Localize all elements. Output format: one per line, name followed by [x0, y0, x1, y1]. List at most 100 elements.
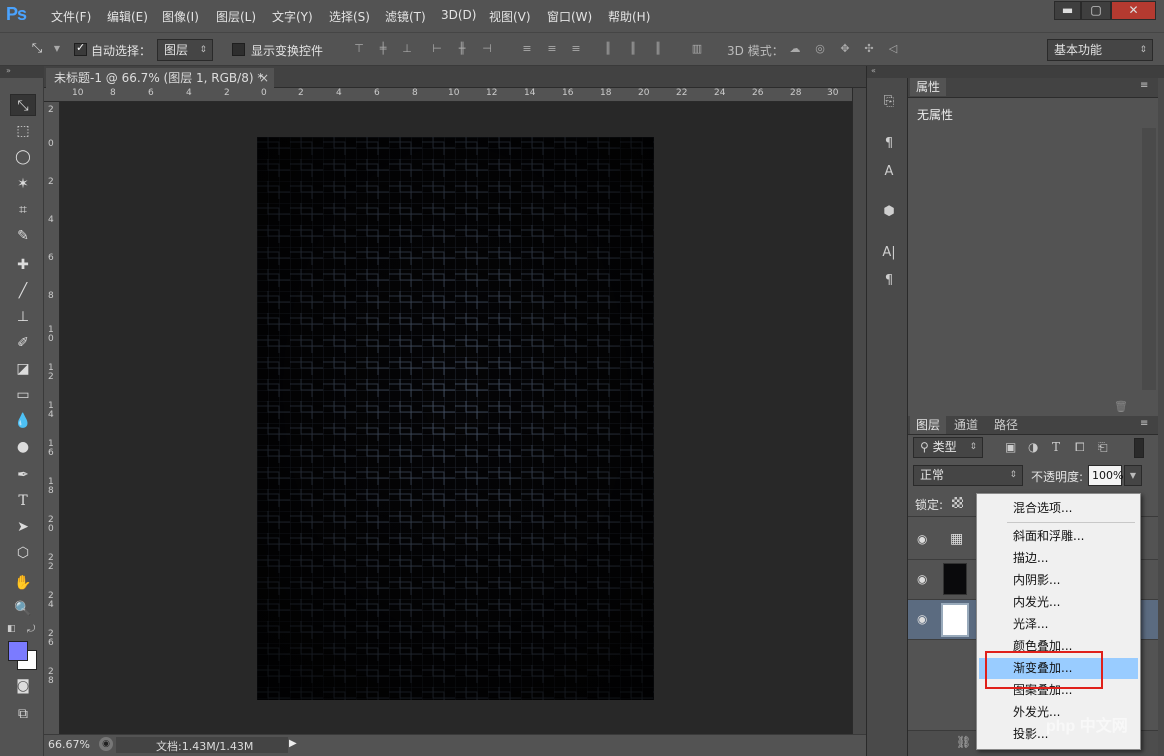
minimize-button[interactable]: ▬	[1054, 1, 1081, 20]
roll-3d-icon[interactable]: ◎	[813, 41, 827, 57]
distribute-bottom-icon[interactable]: ≡	[569, 41, 583, 57]
eye-icon[interactable]: ◉	[917, 532, 927, 546]
filter-shape-icon[interactable]: ⧠	[1075, 440, 1085, 455]
menu-item-stroke[interactable]: 描边...	[979, 548, 1138, 569]
crop-tool-icon[interactable]: ⌗	[10, 199, 36, 221]
align-top-icon[interactable]: ⊤	[352, 41, 366, 57]
type-tool-icon[interactable]: T	[10, 490, 36, 512]
layer-filter-dropdown[interactable]: ⚲ 类型 ⇕	[913, 437, 983, 458]
distribute-vcenter-icon[interactable]: ≡	[545, 41, 559, 57]
history-panel-icon[interactable]: ⎘	[879, 92, 899, 112]
menu-item-bevel-emboss[interactable]: 斜面和浮雕...	[979, 526, 1138, 547]
menu-window[interactable]: 窗口(W)	[547, 8, 592, 25]
panel-menu-icon[interactable]: ≡	[1140, 418, 1148, 429]
menu-filter[interactable]: 滤镜(T)	[385, 8, 426, 25]
drag-3d-icon[interactable]: ✥	[838, 41, 852, 57]
character-panel-icon[interactable]: A|	[879, 243, 899, 263]
slide-3d-icon[interactable]: ✣	[862, 41, 876, 57]
filter-toggle-switch[interactable]	[1134, 438, 1144, 458]
document-canvas[interactable]	[257, 137, 654, 700]
vertical-scrollbar[interactable]	[852, 88, 866, 734]
panel-menu-icon[interactable]: ≡	[1140, 80, 1148, 91]
blend-mode-dropdown[interactable]: 正常 ⇕	[913, 465, 1023, 486]
maximize-button[interactable]: ▢	[1081, 1, 1111, 20]
opacity-input[interactable]: 100%	[1088, 465, 1123, 486]
menu-item-blending-options[interactable]: 混合选项...	[979, 498, 1138, 519]
trash-icon[interactable]: 🗑	[1114, 400, 1128, 413]
3d-panel-icon[interactable]: ⬢	[879, 202, 899, 222]
default-colors-icon[interactable]: ◧	[7, 624, 16, 634]
workspace-dropdown[interactable]: 基本功能 ⇕	[1047, 39, 1153, 61]
auto-select-checkbox[interactable]: ✓	[74, 41, 87, 56]
move-tool-preset-icon[interactable]: ⤡	[26, 41, 48, 57]
menu-item-inner-glow[interactable]: 内发光...	[979, 592, 1138, 613]
tab-channels[interactable]: 通道	[948, 416, 984, 434]
distribute-top-icon[interactable]: ≡	[520, 41, 534, 57]
foreground-color-swatch[interactable]	[8, 641, 28, 661]
status-menu-arrow-icon[interactable]: ▶	[289, 738, 297, 749]
close-tab-icon[interactable]: ×	[259, 68, 269, 88]
align-vcenter-icon[interactable]: ╪	[376, 41, 390, 57]
zoom-tool-icon[interactable]: 🔍	[10, 598, 36, 620]
blur-tool-icon[interactable]: 💧	[10, 410, 36, 432]
tab-layers[interactable]: 图层	[910, 416, 947, 434]
menu-image[interactable]: 图像(I)	[162, 8, 199, 25]
paragraph-styles-icon[interactable]: ¶	[879, 134, 899, 154]
menu-view[interactable]: 视图(V)	[489, 8, 531, 25]
close-button[interactable]: ✕	[1111, 1, 1156, 20]
tab-paths[interactable]: 路径	[988, 416, 1024, 434]
quick-mask-icon[interactable]: ◙	[10, 675, 36, 697]
lasso-tool-icon[interactable]: ◯	[10, 146, 36, 168]
swap-colors-icon[interactable]: ⤾	[27, 624, 35, 635]
distribute-right-icon[interactable]: ║	[651, 41, 665, 57]
filter-adjustment-icon[interactable]: ◑	[1028, 440, 1038, 454]
menu-select[interactable]: 选择(S)	[329, 8, 370, 25]
path-selection-icon[interactable]: ➤	[10, 516, 36, 538]
scale-3d-icon[interactable]: ◁	[886, 41, 900, 57]
menu-type[interactable]: 文字(Y)	[272, 8, 313, 25]
paragraph-panel-icon[interactable]: ¶	[879, 271, 899, 291]
eraser-tool-icon[interactable]: ◪	[10, 358, 36, 380]
link-layers-icon[interactable]: ⛓	[956, 735, 971, 749]
hand-tool-icon[interactable]: ✋	[10, 572, 36, 594]
pen-tool-icon[interactable]: ✒	[10, 464, 36, 486]
zoom-level[interactable]: 66.67%	[48, 738, 90, 751]
show-transform-checkbox[interactable]	[232, 43, 245, 56]
clone-stamp-icon[interactable]: ⊥	[10, 306, 36, 328]
align-right-icon[interactable]: ⊣	[480, 41, 494, 57]
gradient-tool-icon[interactable]: ▭	[10, 384, 36, 406]
chevron-down-icon[interactable]: ▼	[50, 41, 64, 57]
character-styles-icon[interactable]: A	[879, 162, 899, 182]
panel-collapse-bar[interactable]	[908, 66, 1164, 78]
move-tool-icon[interactable]: ⤡	[10, 94, 36, 116]
magic-wand-icon[interactable]: ✶	[10, 173, 36, 195]
eye-icon[interactable]: ◉	[917, 612, 927, 626]
menu-edit[interactable]: 编辑(E)	[107, 8, 148, 25]
align-hcenter-icon[interactable]: ╫	[455, 41, 469, 57]
brush-tool-icon[interactable]: ╱	[10, 280, 36, 302]
eye-icon[interactable]: ◉	[917, 572, 927, 586]
properties-tab[interactable]: 属性	[910, 78, 947, 96]
menu-layer[interactable]: 图层(L)	[216, 8, 256, 25]
history-brush-icon[interactable]: ✐	[10, 332, 36, 354]
marquee-tool-icon[interactable]: ⬚	[10, 120, 36, 142]
auto-select-dropdown[interactable]: 图层 ⇕	[157, 39, 213, 61]
document-tab[interactable]: 未标题-1 @ 66.7% (图层 1, RGB/8) * ×	[46, 68, 274, 89]
filter-type-icon[interactable]: T	[1052, 440, 1060, 454]
menu-3d[interactable]: 3D(D)	[441, 8, 476, 22]
align-left-icon[interactable]: ⊢	[430, 41, 444, 57]
shape-tool-icon[interactable]: ⬡	[10, 542, 36, 564]
menu-help[interactable]: 帮助(H)	[608, 8, 650, 25]
eyedropper-icon[interactable]: ✎	[10, 225, 36, 247]
filter-pixel-icon[interactable]: ▣	[1005, 440, 1016, 454]
menu-file[interactable]: 文件(F)	[51, 8, 91, 25]
auto-align-icon[interactable]: ▥	[690, 41, 704, 57]
menu-item-satin[interactable]: 光泽...	[979, 614, 1138, 635]
healing-brush-icon[interactable]: ✚	[10, 254, 36, 276]
menu-item-inner-shadow[interactable]: 内阴影...	[979, 570, 1138, 591]
status-info-icon[interactable]: ◉	[99, 737, 113, 751]
opacity-slider-button[interactable]: ▼	[1124, 465, 1142, 486]
screen-mode-icon[interactable]: ⧉	[10, 703, 36, 725]
align-bottom-icon[interactable]: ⊥	[400, 41, 414, 57]
dodge-tool-icon[interactable]: ●	[10, 436, 36, 458]
